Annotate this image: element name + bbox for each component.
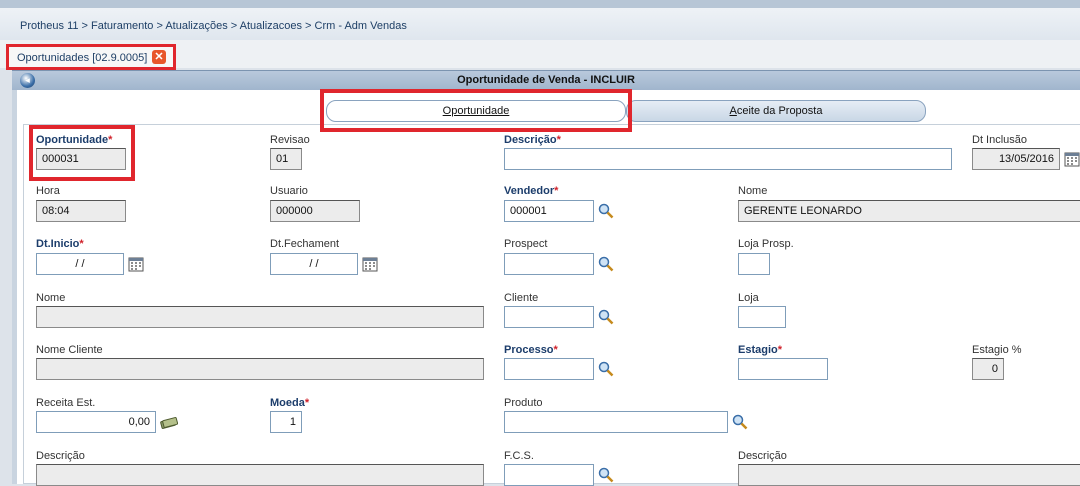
vendedor-field[interactable]: 000001 [504,200,594,222]
close-icon[interactable]: ✕ [152,50,166,64]
nome-vendedor-field[interactable]: GERENTE LEONARDO [738,200,1080,222]
label-estagio-pct: Estagio % [972,344,1022,356]
window-title: Oportunidade de Venda - INCLUIR [457,74,635,86]
label-vendedor: Vendedor* [504,185,559,197]
label-cliente: Cliente [504,292,539,304]
document-tab-oportunidades[interactable]: Oportunidades [02.9.0005] ✕ [6,44,176,70]
label-revisao: Revisao [270,134,310,146]
descricao-field[interactable] [504,148,952,170]
label-hora: Hora [36,185,60,197]
hora-field[interactable]: 08:04 [36,200,126,222]
label-descricao-3: Descrição [738,450,787,462]
dt-inicio-field[interactable]: / / [36,253,124,275]
search-icon[interactable] [598,256,614,272]
breadcrumb: Protheus 11 > Faturamento > Atualizações… [0,0,1080,40]
label-processo: Processo* [504,344,558,356]
document-tab-label: Oportunidades [02.9.0005] [17,52,148,64]
moeda-field[interactable]: 1 [270,411,302,433]
field-highlight [29,125,135,181]
loja-field[interactable] [738,306,786,328]
breadcrumb-text: Protheus 11 > Faturamento > Atualizações… [20,20,407,32]
window-title-bar: ◂ Oportunidade de Venda - INCLUIR [12,70,1080,91]
dt-fechamento-field[interactable]: / / [270,253,358,275]
search-icon[interactable] [598,361,614,377]
produto-field[interactable] [504,411,728,433]
dt-inclusao-field[interactable]: 13/05/2016 [972,148,1060,170]
label-prospect: Prospect [504,238,548,250]
nome-field[interactable] [36,306,484,328]
revisao-field[interactable]: 01 [270,148,302,170]
label-fcs: F.C.S. [504,450,534,462]
label-produto: Produto [504,397,543,409]
cliente-field[interactable] [504,306,594,328]
usuario-field[interactable]: 000000 [270,200,360,222]
descricao-3-field[interactable] [738,464,1080,486]
loja-prosp-field[interactable] [738,253,770,275]
label-descricao: Descrição* [504,134,561,146]
calendar-icon[interactable] [1064,151,1080,167]
label-loja-prosp: Loja Prosp. [738,238,794,250]
search-icon[interactable] [598,467,614,483]
label-dt-inicio: Dt.Inicio* [36,238,84,250]
processo-field[interactable] [504,358,594,380]
prospect-field[interactable] [504,253,594,275]
fcs-field[interactable] [504,464,594,486]
label-dt-fechamento: Dt.Fechament [270,238,340,250]
descricao-2-field[interactable] [36,464,484,486]
label-dt-inclusao: Dt Inclusão [972,134,1028,146]
label-moeda: Moeda* [270,397,310,409]
label-loja: Loja [738,292,759,304]
money-icon[interactable] [160,414,178,430]
search-icon[interactable] [598,309,614,325]
calendar-icon[interactable] [128,256,144,272]
label-receita-est: Receita Est. [36,397,96,409]
nome-cliente-field[interactable] [36,358,484,380]
search-icon[interactable] [732,414,748,430]
label-descricao-2: Descrição [36,450,85,462]
label-nome-vendedor: Nome [738,185,768,197]
estagio-field[interactable] [738,358,828,380]
label-nome: Nome [36,292,66,304]
estagio-pct-field[interactable]: 0 [972,358,1004,380]
tab-highlight [320,89,632,132]
label-usuario: Usuario [270,185,308,197]
label-estagio: Estagio* [738,344,783,356]
calendar-icon[interactable] [362,256,378,272]
receita-est-field[interactable]: 0,00 [36,411,156,433]
search-icon[interactable] [598,203,614,219]
label-nome-cliente: Nome Cliente [36,344,103,356]
tab-aceite-da-proposta[interactable]: Aceite da Proposta [626,100,926,122]
